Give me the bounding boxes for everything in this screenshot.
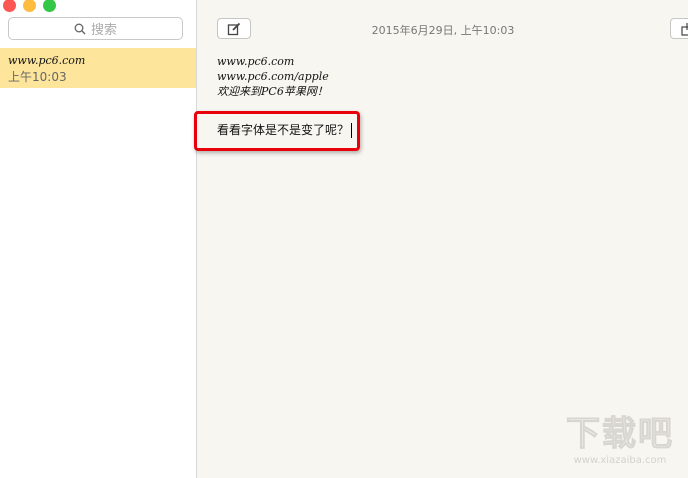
note-body[interactable]: www.pc6.com www.pc6.com/apple 欢迎来到PC6苹果网… <box>217 54 329 99</box>
minimize-button[interactable] <box>23 0 36 12</box>
share-button[interactable] <box>670 18 688 39</box>
note-list-item[interactable]: www.pc6.com 上午10:03 <box>0 48 196 88</box>
note-title: www.pc6.com <box>8 54 86 67</box>
note-line: www.pc6.com/apple <box>217 70 329 83</box>
note-line-highlighted[interactable]: 看看字体是不是变了呢？ <box>217 123 349 137</box>
note-line: 欢迎来到PC6苹果网！ <box>217 85 328 98</box>
sidebar: 搜索 www.pc6.com 上午10:03 <box>0 0 197 478</box>
search-icon <box>74 23 86 34</box>
zoom-button[interactable] <box>43 0 56 12</box>
highlight-box: 看看字体是不是变了呢？ <box>194 111 360 151</box>
search-placeholder: 搜索 <box>90 23 117 38</box>
text-cursor <box>351 123 353 138</box>
note-time: 上午10:03 <box>8 70 67 84</box>
share-icon <box>681 22 688 36</box>
note-line: www.pc6.com <box>217 55 295 68</box>
note-editor: 2015年6月29日, 上午10:03 www.pc6.com www.pc6.… <box>194 0 688 478</box>
close-button[interactable] <box>3 0 16 12</box>
watermark-logo: 下载吧 www.xiazaiba.com <box>566 414 674 467</box>
search-input[interactable]: 搜索 <box>8 17 183 40</box>
note-date: 2015年6月29日, 上午10:03 <box>371 24 515 37</box>
